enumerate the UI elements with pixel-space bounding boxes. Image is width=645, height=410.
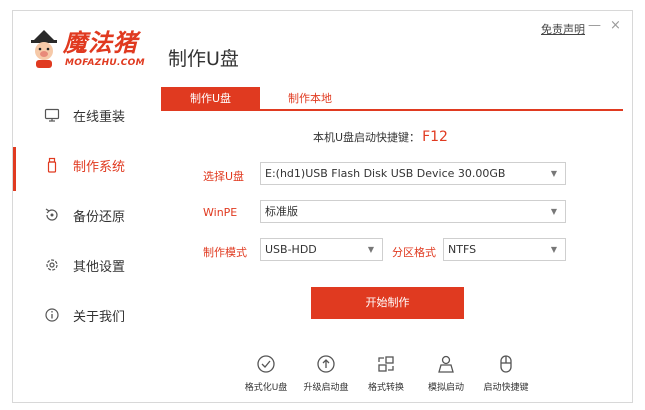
sidebar-item-label: 在线重装 [73, 109, 126, 125]
partition-select-label: 分区格式 [392, 246, 436, 259]
minimize-button[interactable]: — [588, 18, 601, 34]
winpe-select-label: WinPE [203, 206, 238, 219]
chevron-down-icon: ▼ [550, 169, 557, 178]
mode-select-value: USB-HDD [265, 243, 317, 256]
check-circle-icon [257, 355, 275, 373]
hotkey-key: F12 [422, 129, 448, 145]
chevron-down-icon: ▼ [550, 245, 557, 254]
sidebar-item-online-reinstall[interactable]: 在线重装 [13, 97, 158, 133]
tab-make-usb[interactable]: 制作U盘 [161, 87, 260, 111]
tab-bar: 制作U盘 制作本地 [161, 87, 623, 111]
sidebar-item-backup-restore[interactable]: 备份还原 [13, 197, 158, 233]
sidebar-item-label: 备份还原 [73, 209, 126, 225]
mouse-icon [500, 355, 512, 373]
partition-select-value: NTFS [448, 243, 477, 256]
sidebar-item-other-settings[interactable]: 其他设置 [13, 247, 158, 283]
hotkey-label: 本机U盘启动快捷键： [313, 131, 421, 144]
winpe-select[interactable]: 标准版 ▼ [260, 200, 566, 223]
usb-select[interactable]: E:(hd1)USB Flash Disk USB Device 30.00GB… [260, 162, 566, 185]
monitor-icon [43, 106, 61, 124]
close-button[interactable]: × [610, 18, 621, 34]
tool-label: 格式化U盘 [244, 383, 288, 393]
restore-icon [43, 206, 61, 224]
simulate-icon [438, 355, 454, 373]
tool-upgrade-boot[interactable]: 升级启动盘 [296, 353, 356, 393]
winpe-select-value: 标准版 [265, 205, 298, 218]
hotkey-info: 本机U盘启动快捷键： F12 [313, 129, 448, 145]
page-title: 制作U盘 [168, 48, 239, 70]
tool-label: 模拟启动 [427, 383, 464, 393]
partition-select[interactable]: NTFS ▼ [443, 238, 566, 261]
usb-icon [43, 156, 61, 174]
app-window: 魔法猪 MOFAZHU.COM 制作U盘 免责声明 — × 在线重装 制作系统 … [12, 10, 633, 403]
gear-icon [43, 256, 61, 274]
start-make-button[interactable]: 开始制作 [311, 287, 464, 319]
tool-format-usb[interactable]: 格式化U盘 [236, 353, 296, 393]
tool-label: 启动快捷键 [483, 383, 529, 393]
chevron-down-icon: ▼ [550, 207, 557, 216]
mode-select[interactable]: USB-HDD ▼ [260, 238, 383, 261]
pig-mascot-icon [31, 30, 57, 68]
tool-simulate-boot[interactable]: 模拟启动 [416, 353, 476, 393]
info-icon [43, 306, 61, 324]
upgrade-icon [317, 355, 335, 373]
tool-label: 升级启动盘 [303, 383, 349, 393]
sidebar-item-about-us[interactable]: 关于我们 [13, 297, 158, 333]
brand-logo: 魔法猪 MOFAZHU.COM [27, 29, 157, 73]
tool-format-convert[interactable]: 格式转换 [356, 353, 416, 393]
brand-url: MOFAZHU.COM [65, 58, 145, 68]
tab-make-local[interactable]: 制作本地 [260, 87, 360, 111]
chevron-down-icon: ▼ [367, 245, 374, 254]
sidebar-item-label: 制作系统 [73, 159, 126, 175]
disclaimer-link[interactable]: 免责声明 [541, 21, 585, 37]
tool-boot-hotkey[interactable]: 启动快捷键 [476, 353, 536, 393]
convert-icon [378, 356, 394, 372]
sidebar-item-label: 关于我们 [73, 309, 126, 325]
sidebar-item-make-system[interactable]: 制作系统 [13, 147, 158, 191]
mode-select-label: 制作模式 [203, 246, 247, 259]
tool-label: 格式转换 [367, 383, 404, 393]
sidebar-item-label: 其他设置 [73, 259, 126, 275]
usb-select-value: E:(hd1)USB Flash Disk USB Device 30.00GB [265, 167, 506, 180]
brand-name: 魔法猪 [63, 28, 138, 57]
usb-select-label: 选择U盘 [203, 170, 245, 183]
